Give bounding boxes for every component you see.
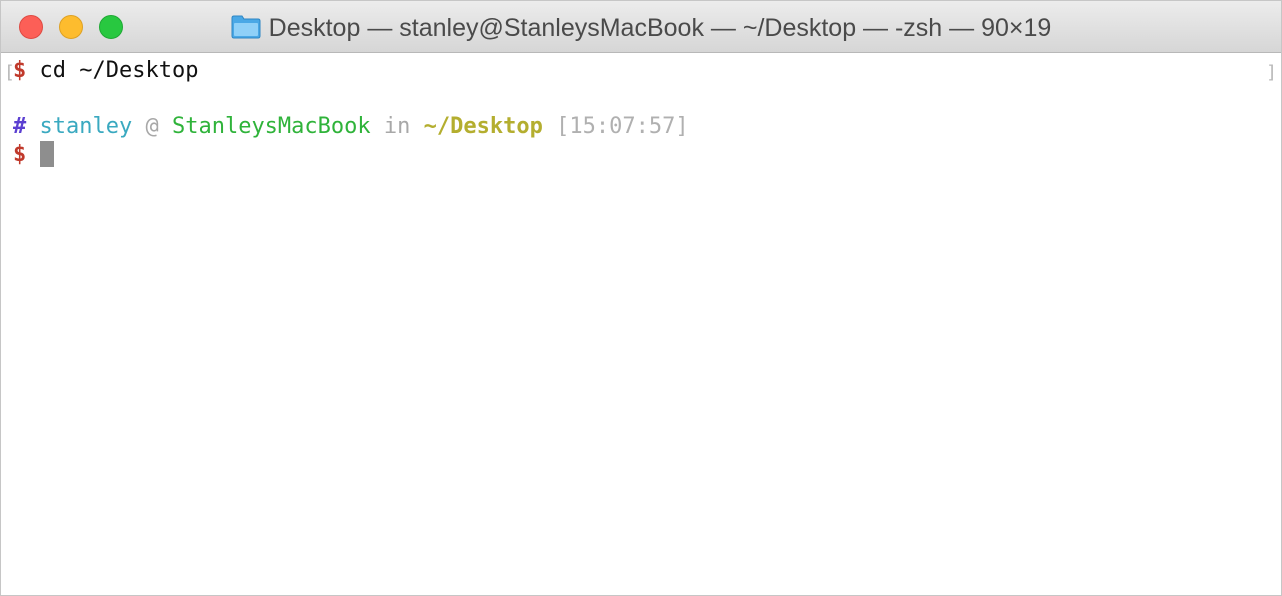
prompt-host: StanleysMacBook [171, 114, 371, 139]
text-cursor [39, 141, 54, 167]
command-text: cd ~/Desktop [26, 58, 199, 83]
prompt-user: stanley [39, 114, 133, 139]
input-prompt-symbol: $ [13, 142, 27, 167]
prompt-path: ~/Desktop [423, 114, 543, 139]
folder-icon [231, 15, 261, 39]
command-line: $ cd ~/Desktop [13, 57, 198, 85]
input-line[interactable]: $ [13, 141, 54, 169]
title-bar[interactable]: Desktop — stanley@StanleysMacBook — ~/De… [1, 1, 1281, 53]
terminal-window: Desktop — stanley@StanleysMacBook — ~/De… [0, 0, 1282, 596]
terminal-content[interactable]: [ ] $ cd ~/Desktop # stanley @ StanleysM… [1, 53, 1281, 595]
prompt-at: @ [145, 114, 159, 139]
mark-right-bracket: ] [1266, 62, 1277, 83]
prompt-info-line: # stanley @ StanleysMacBook in ~/Desktop… [13, 113, 689, 141]
window-title: Desktop — stanley@StanleysMacBook — ~/De… [268, 14, 1052, 42]
prompt-symbol: $ [13, 58, 27, 83]
prompt-hash: # [13, 114, 27, 139]
prompt-in: in [383, 114, 411, 139]
window-title-container: Desktop — stanley@StanleysMacBook — ~/De… [1, 14, 1281, 42]
prompt-time: [15:07:57] [556, 114, 689, 139]
